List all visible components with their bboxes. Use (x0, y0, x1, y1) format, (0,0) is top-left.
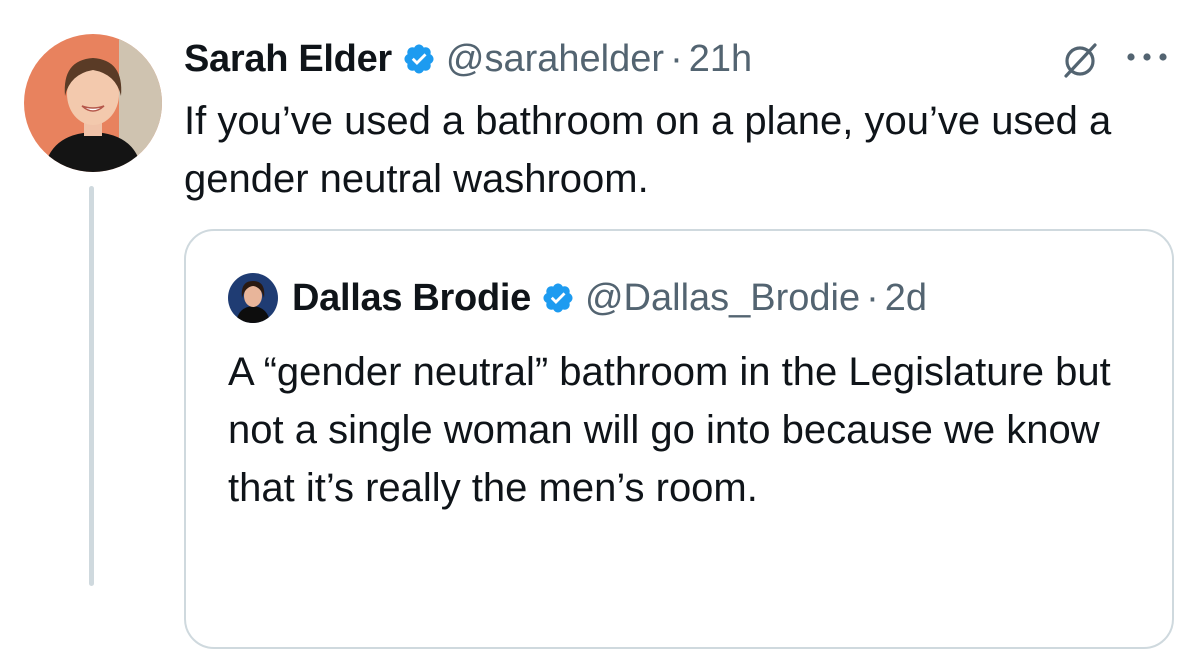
tweet-header: Sarah Elder @sarahelder · 21h (184, 34, 752, 84)
more-options-icon[interactable] (1124, 50, 1170, 69)
quoted-tweet-card[interactable]: Dallas Brodie @Dallas_Brodie · 2d A “gen… (184, 229, 1174, 649)
author-name[interactable]: Sarah Elder (184, 38, 392, 81)
quoted-tweet-header: Dallas Brodie @Dallas_Brodie · 2d (292, 271, 927, 325)
separator-dot: · (866, 276, 879, 319)
tweet-text: If you’ve used a bathroom on a plane, yo… (184, 99, 1112, 201)
quoted-author-avatar[interactable] (228, 273, 278, 323)
quoted-author-handle[interactable]: @Dallas_Brodie (585, 277, 860, 320)
thread-connector-line (89, 186, 94, 586)
grok-icon[interactable] (1060, 40, 1100, 85)
author-handle[interactable]: @sarahelder (446, 38, 664, 81)
quoted-author-name[interactable]: Dallas Brodie (292, 277, 531, 320)
verified-badge-icon[interactable] (402, 42, 436, 76)
author-avatar[interactable] (24, 34, 162, 172)
quoted-tweet-text: A “gender neutral” bathroom in the Legis… (228, 350, 1111, 510)
tweet-timestamp[interactable]: 21h (689, 38, 752, 81)
quoted-tweet-timestamp[interactable]: 2d (885, 277, 927, 320)
separator-dot: · (670, 37, 683, 80)
verified-badge-icon[interactable] (541, 281, 575, 315)
